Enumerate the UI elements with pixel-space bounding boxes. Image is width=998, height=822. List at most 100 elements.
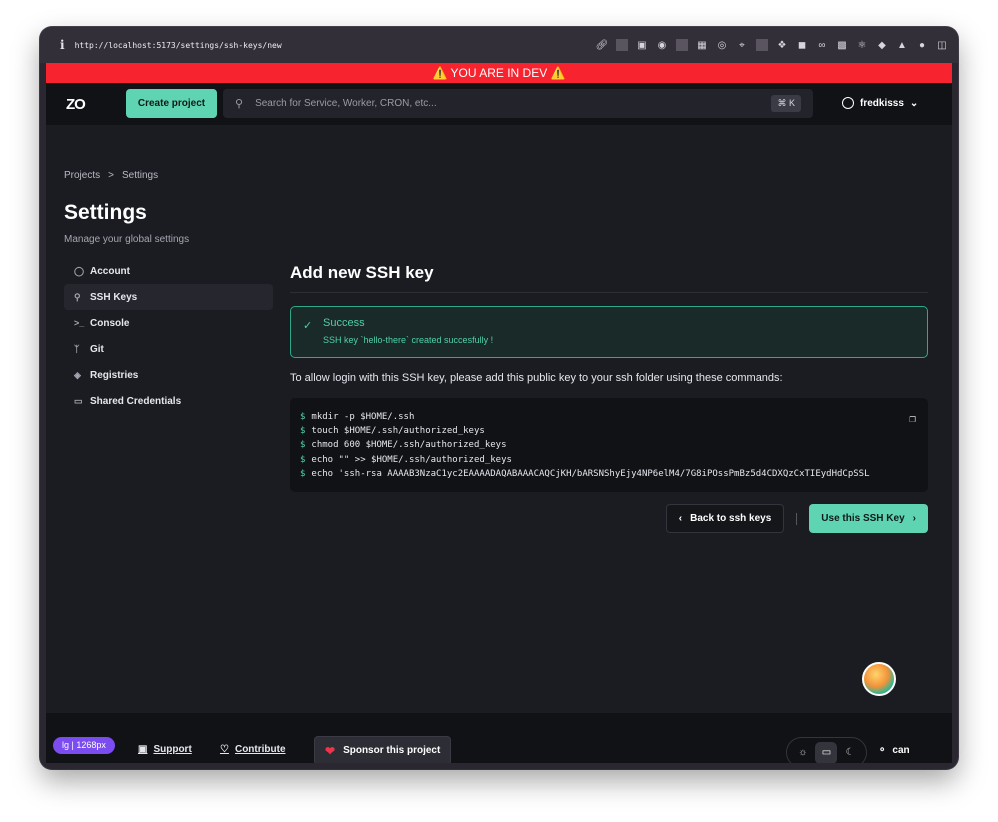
search-input[interactable]: [255, 98, 772, 109]
sidebar-item-registries[interactable]: ◈ Registries: [64, 362, 273, 388]
search-bar[interactable]: ⚲ ⌘ K: [223, 89, 813, 118]
window-icon[interactable]: ▩: [836, 39, 848, 51]
sun-icon[interactable]: ☼: [792, 742, 814, 764]
prompt-symbol: $: [300, 412, 306, 422]
sponsor-button[interactable]: ❤ Sponsor this project: [314, 736, 452, 763]
section-title: Add new SSH key: [290, 258, 928, 293]
footer: lg | 1268px ▣ Support ♡ Contribute ❤ Spo…: [46, 713, 952, 763]
crosshair-icon[interactable]: ⌖: [736, 39, 748, 51]
shortcut-hint: ⌘ K: [771, 95, 801, 112]
key-icon: ⚲: [74, 291, 81, 302]
sidebar-toggle-icon[interactable]: ◫: [936, 39, 948, 51]
check-icon: ✓: [303, 320, 313, 332]
settings-sidebar: ◯ Account ⚲ SSH Keys >_ Console ᛉ Git ◈ …: [64, 258, 273, 414]
command-line: $ echo 'ssh-rsa AAAAB3NzaC1yc2EAAAADAQABA…: [300, 467, 918, 481]
sidebar-item-label: Registries: [90, 369, 139, 381]
breadcrumb-settings[interactable]: Settings: [122, 170, 158, 181]
prompt-symbol: $: [300, 426, 306, 437]
create-project-button[interactable]: Create project: [126, 89, 217, 118]
tag-label: can: [892, 745, 910, 756]
search-icon: ⚲: [235, 98, 244, 110]
command-line: $ mkdir -p $HOME/.ssh: [300, 410, 918, 424]
sidebar-item-ssh-keys[interactable]: ⚲ SSH Keys: [64, 284, 273, 310]
page-title: Settings: [64, 201, 147, 224]
command-text: touch $HOME/.ssh/authorized_keys: [311, 426, 485, 437]
contribute-link[interactable]: ♡ Contribute: [220, 744, 286, 755]
address-bar[interactable]: http://localhost:5173/settings/ssh-keys/…: [75, 41, 596, 50]
alert-title: Success: [323, 317, 365, 329]
gamepad-icon: ▣: [138, 744, 148, 755]
ublock-icon[interactable]: ●: [916, 39, 928, 51]
floating-avatar-widget[interactable]: [862, 662, 896, 696]
extension-icon[interactable]: ❖: [776, 39, 788, 51]
layers-icon: ◈: [74, 369, 81, 380]
terminal-icon[interactable]: ▦: [696, 39, 708, 51]
globe-icon[interactable]: ◎: [716, 39, 728, 51]
sidebar-item-git[interactable]: ᛉ Git: [64, 336, 273, 362]
command-text: echo "" >> $HOME/.ssh/authorized_keys: [311, 454, 512, 465]
copy-icon[interactable]: ❐: [909, 412, 916, 426]
sponsor-label: Sponsor this project: [343, 745, 441, 756]
theme-switcher: ☼ ▭ ☾: [786, 737, 867, 763]
alert-body: Success SSH key `hello-there` created su…: [323, 317, 493, 347]
sidebar-item-label: Shared Credentials: [90, 395, 182, 407]
sidebar-item-label: Account: [90, 265, 130, 277]
form-actions: ‹ Back to ssh keys Use this SSH Key ›: [290, 504, 928, 533]
browser-extensions: 🔗︎ ▣ ◉ ▦ ◎ ⌖ ❖ ◼ ∞ ▩ ⚛ ◆ ▲ ● ◫: [596, 39, 948, 51]
heart-icon: ❤: [325, 743, 336, 758]
command-text: chmod 600 $HOME/.ssh/authorized_keys: [311, 440, 507, 451]
terminal-icon: >_: [74, 318, 85, 328]
react-icon[interactable]: ⚛: [856, 39, 868, 51]
ssh-key-panel: Add new SSH key ✓ Success SSH key `hello…: [290, 258, 928, 533]
avatar-icon: [842, 97, 854, 109]
breadcrumb-separator: >: [108, 170, 114, 181]
camera-icon[interactable]: ◉: [656, 39, 668, 51]
sidebar-item-console[interactable]: >_ Console: [64, 310, 273, 336]
command-text: mkdir -p $HOME/.ssh: [311, 412, 415, 422]
monitor-icon[interactable]: ▭: [815, 741, 838, 763]
support-link[interactable]: ▣ Support: [138, 744, 192, 755]
breadcrumb-projects[interactable]: Projects: [64, 170, 100, 181]
use-ssh-key-button[interactable]: Use this SSH Key ›: [809, 504, 928, 533]
sidebar-item-account[interactable]: ◯ Account: [64, 258, 273, 284]
info-icon[interactable]: i: [60, 38, 65, 52]
user-menu[interactable]: fredkisss ⌄: [842, 97, 918, 109]
back-to-ssh-keys-button[interactable]: ‹ Back to ssh keys: [665, 504, 785, 533]
page-subtitle: Manage your global settings: [64, 234, 190, 245]
toolbar-divider: [676, 39, 688, 51]
credit-card-icon: ▭: [74, 395, 83, 406]
breakpoint-badge: lg | 1268px: [53, 737, 115, 754]
sidebar-item-shared-credentials[interactable]: ▭ Shared Credentials: [64, 388, 273, 414]
heart-handshake-icon: ♡: [220, 744, 229, 755]
command-line: $ echo "" >> $HOME/.ssh/authorized_keys: [300, 453, 918, 467]
sidebar-item-label: SSH Keys: [90, 291, 138, 303]
screenshot-icon[interactable]: ▣: [636, 39, 648, 51]
glasses-icon[interactable]: ∞: [816, 39, 828, 51]
sidebar-item-label: Git: [90, 343, 104, 355]
shirt-icon[interactable]: ▲: [896, 39, 908, 51]
chevron-right-icon: ›: [912, 513, 916, 524]
sidebar-item-label: Console: [90, 317, 130, 329]
actions-divider: [796, 512, 798, 525]
prompt-symbol: $: [300, 454, 306, 465]
prompt-symbol: $: [300, 468, 306, 479]
app-logo[interactable]: ZO: [66, 96, 86, 113]
command-line: $ touch $HOME/.ssh/authorized_keys: [300, 424, 918, 438]
dev-banner: ⚠️ YOU ARE IN DEV ⚠️: [46, 63, 952, 83]
code-block: ❐ $ mkdir -p $HOME/.ssh $ touch $HOME/.ssh…: [290, 398, 928, 492]
puzzle-icon[interactable]: ◆: [876, 39, 888, 51]
link-icon[interactable]: 🔗︎: [596, 39, 609, 51]
alert-message: SSH key `hello-there` created succesfull…: [323, 335, 494, 345]
back-button-label: Back to ssh keys: [690, 513, 772, 524]
chevron-down-icon: ⌄: [909, 97, 919, 109]
command-text: echo 'ssh-rsa AAAAB3NzaC1yc2EAAAADAQABAA…: [311, 468, 870, 479]
instructions-text: To allow login with this SSH key, please…: [290, 372, 783, 384]
version-tag[interactable]: ⚬ can: [878, 745, 910, 756]
shield-icon[interactable]: ◼: [796, 39, 808, 51]
toolbar-divider: [616, 39, 628, 51]
breadcrumb: Projects > Settings: [64, 170, 158, 181]
moon-icon[interactable]: ☾: [839, 742, 861, 764]
app-content: ZO Create project ⚲ ⌘ K fredkisss ⌄ Proj…: [46, 83, 952, 763]
browser-window: i http://localhost:5173/settings/ssh-key…: [40, 27, 958, 769]
user-icon: ◯: [74, 265, 85, 276]
